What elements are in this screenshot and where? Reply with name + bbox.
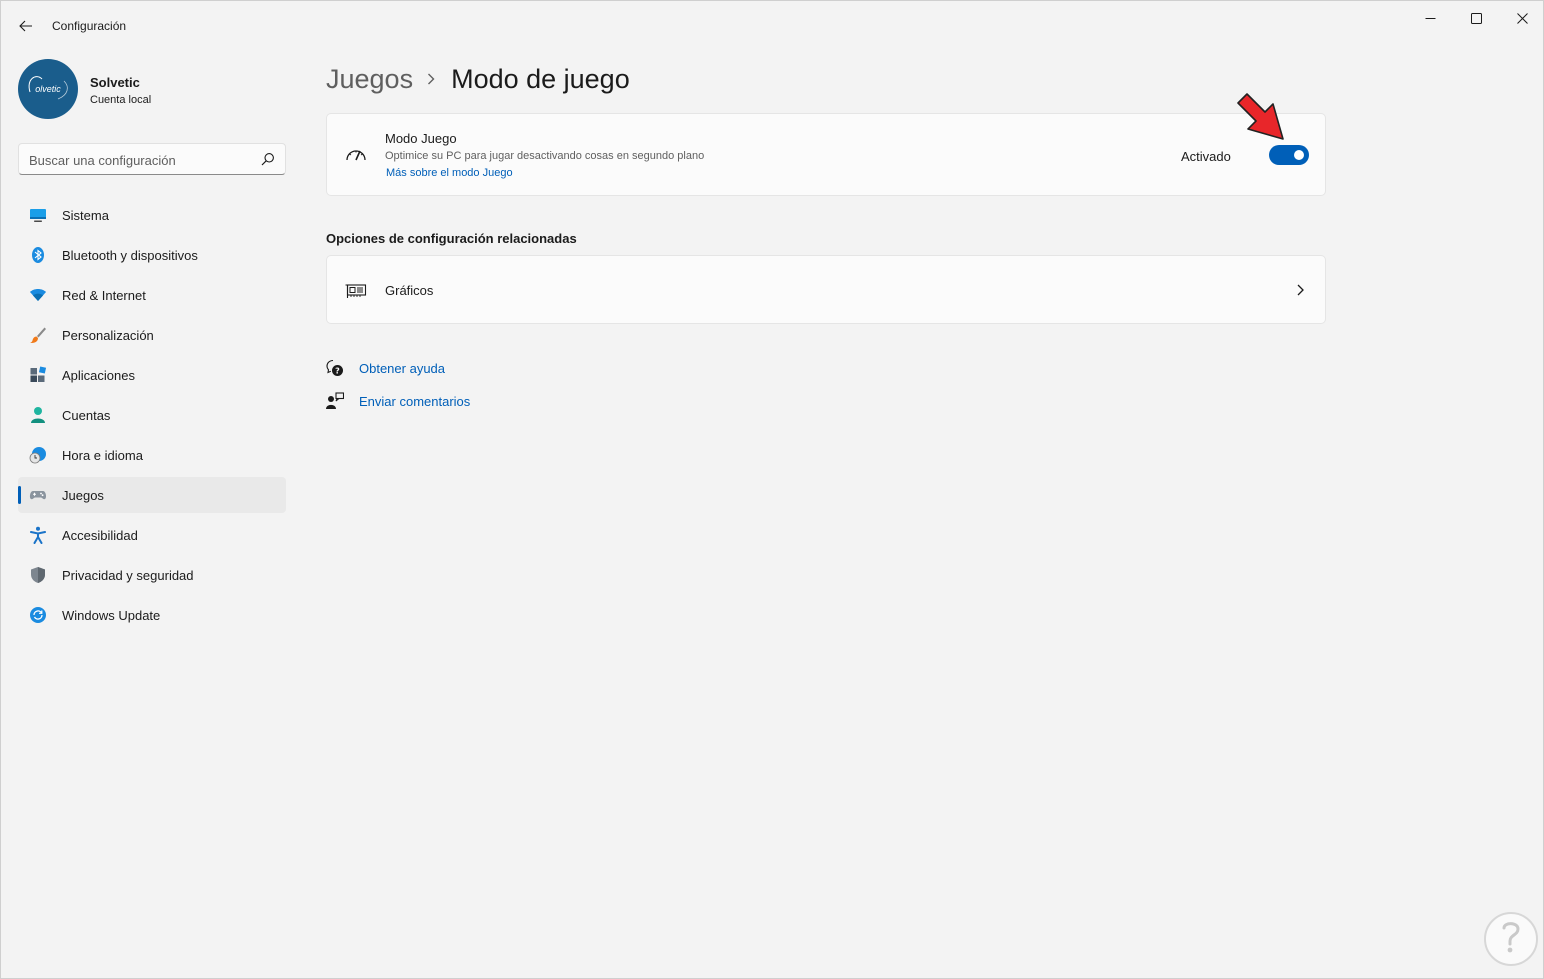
arrow-left-icon <box>19 20 32 32</box>
sidebar-nav: Sistema Bluetooth y dispositivos Red & I… <box>18 197 286 637</box>
sidebar-item-label: Privacidad y seguridad <box>62 568 194 583</box>
settings-window: Configuración olvetic Solvetic Cuenta lo… <box>0 0 1544 979</box>
bluetooth-icon <box>32 247 44 263</box>
maximize-icon <box>1470 12 1482 24</box>
graphics-card-icon <box>345 284 367 298</box>
game-mode-learn-more-link[interactable]: Más sobre el modo Juego <box>386 167 513 179</box>
related-settings-heading: Opciones de configuración relacionadas <box>326 231 577 246</box>
game-mode-card: Modo Juego Optimice su PC para jugar des… <box>326 113 1326 196</box>
title-bar: Configuración <box>1 1 1543 51</box>
sidebar-item-label: Aplicaciones <box>62 368 135 383</box>
close-button[interactable] <box>1499 1 1544 35</box>
send-feedback-link[interactable]: Enviar comentarios <box>326 390 470 412</box>
svg-text:?: ? <box>335 366 340 375</box>
sidebar-item-label: Accesibilidad <box>62 528 138 543</box>
minimize-icon <box>1425 17 1435 19</box>
minimize-button[interactable] <box>1407 1 1453 35</box>
avatar-text: olvetic <box>35 84 61 94</box>
sidebar-item-cuentas[interactable]: Cuentas <box>18 397 286 433</box>
app-title: Configuración <box>52 19 127 33</box>
maximize-button[interactable] <box>1453 1 1499 35</box>
apps-icon <box>30 366 47 382</box>
breadcrumb: Juegos Modo de juego <box>326 61 630 97</box>
search-box <box>18 143 286 175</box>
game-mode-title: Modo Juego <box>385 131 457 146</box>
annotation-arrow-icon <box>1237 93 1284 140</box>
sidebar-item-label: Hora e idioma <box>62 448 143 463</box>
sidebar-item-personalizacion[interactable]: Personalización <box>18 317 286 353</box>
help-chat-icon: ? <box>326 359 343 376</box>
account-type: Cuenta local <box>90 94 152 106</box>
chevron-right-icon <box>1297 284 1304 296</box>
graphics-label: Gráficos <box>385 283 434 298</box>
sidebar-item-label: Sistema <box>62 208 109 223</box>
watermark-logo <box>1484 912 1538 966</box>
toggle-knob <box>1294 150 1304 160</box>
get-help-label: Obtener ayuda <box>359 360 446 376</box>
sidebar-item-label: Juegos <box>62 488 104 503</box>
user-name: Solvetic <box>90 75 140 90</box>
wifi-icon <box>30 289 46 301</box>
sidebar-item-red-internet[interactable]: Red & Internet <box>18 277 286 313</box>
search-icon[interactable] <box>261 152 275 166</box>
page-title: Modo de juego <box>451 63 630 94</box>
sidebar-item-label: Personalización <box>62 328 154 343</box>
gamepad-icon <box>29 491 47 500</box>
sidebar-item-accesibilidad[interactable]: Accesibilidad <box>18 517 286 553</box>
monitor-icon <box>30 209 46 222</box>
get-help-link[interactable]: ? Obtener ayuda <box>326 357 445 379</box>
sidebar-item-label: Bluetooth y dispositivos <box>62 248 198 263</box>
speedometer-icon <box>346 150 366 161</box>
send-feedback-label: Enviar comentarios <box>359 393 471 409</box>
update-icon <box>30 607 46 623</box>
clock-globe-icon <box>29 447 46 464</box>
game-mode-description: Optimice su PC para jugar desactivando c… <box>385 150 705 162</box>
graphics-row[interactable]: Gráficos <box>326 255 1326 324</box>
breadcrumb-parent[interactable]: Juegos <box>326 64 413 95</box>
back-button[interactable] <box>13 14 39 38</box>
paintbrush-icon <box>30 327 46 343</box>
sidebar-item-sistema[interactable]: Sistema <box>18 197 286 233</box>
sidebar-item-label: Cuentas <box>62 408 111 423</box>
person-outline-icon <box>1502 922 1520 953</box>
sidebar-item-label: Windows Update <box>62 608 161 623</box>
feedback-icon <box>326 392 344 409</box>
sidebar-item-hora-idioma[interactable]: Hora e idioma <box>18 437 286 473</box>
sidebar-item-privacidad[interactable]: Privacidad y seguridad <box>18 557 286 593</box>
accessibility-icon <box>30 526 46 544</box>
sidebar-item-juegos[interactable]: Juegos <box>18 477 286 513</box>
avatar[interactable]: olvetic <box>18 59 78 119</box>
sidebar-item-bluetooth[interactable]: Bluetooth y dispositivos <box>18 237 286 273</box>
shield-icon <box>31 567 45 583</box>
game-mode-state-label: Activado <box>1181 149 1231 164</box>
game-mode-toggle[interactable] <box>1269 145 1309 165</box>
chevron-right-icon <box>427 73 435 85</box>
sidebar-item-windows-update[interactable]: Windows Update <box>18 597 286 633</box>
search-input[interactable] <box>29 151 249 169</box>
person-icon <box>31 407 45 423</box>
close-icon <box>1516 12 1528 24</box>
sidebar-item-aplicaciones[interactable]: Aplicaciones <box>18 357 286 393</box>
sidebar-item-label: Red & Internet <box>62 288 146 303</box>
